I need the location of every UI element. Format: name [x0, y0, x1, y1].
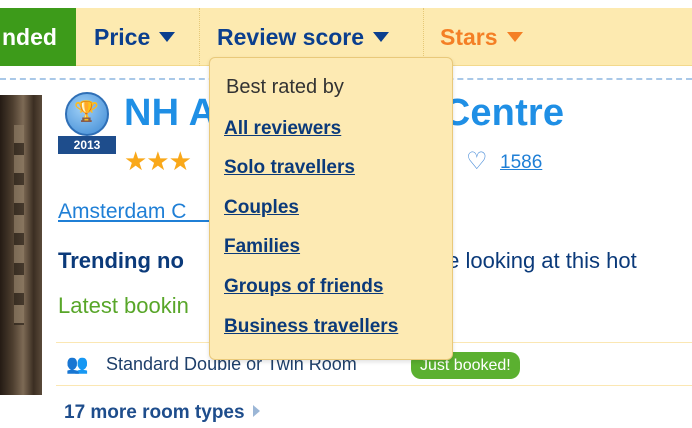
heart-icon[interactable]: ♡	[466, 148, 488, 176]
dropdown-item-families[interactable]: Families	[224, 236, 300, 258]
more-room-types-link[interactable]: 17 more room types	[64, 402, 260, 424]
caret-down-icon	[373, 31, 390, 42]
dropdown-item-business-travellers[interactable]: Business travellers	[224, 316, 398, 338]
sort-tab-price[interactable]: Price	[78, 8, 200, 66]
hotel-photo[interactable]	[0, 95, 42, 395]
dropdown-item-groups-of-friends[interactable]: Groups of friends	[224, 276, 383, 298]
sort-tab-stars-label: Stars	[440, 24, 498, 50]
caret-down-icon	[159, 31, 176, 42]
dropdown-title: Best rated by	[226, 76, 344, 98]
award-badge: 🏆 2013	[58, 92, 116, 162]
sort-tab-recommended-label: nded	[2, 24, 57, 50]
sort-tab-recommended[interactable]: nded	[0, 8, 76, 66]
trophy-icon: 🏆	[74, 101, 99, 123]
trending-label: Trending no	[58, 248, 184, 273]
award-year: 2013	[58, 136, 116, 154]
caret-down-icon	[506, 31, 523, 42]
dropdown-item-couples[interactable]: Couples	[224, 197, 299, 219]
dropdown-item-all-reviewers[interactable]: All reviewers	[224, 118, 341, 140]
people-icon: 👥	[66, 354, 89, 374]
sort-tab-review-label: Review score	[217, 24, 365, 50]
review-score-dropdown: Best rated by All reviewers Solo travell…	[209, 57, 453, 360]
sort-tab-price-label: Price	[94, 24, 151, 50]
latest-booking-text: Latest bookin	[58, 293, 189, 318]
favourites-count-link[interactable]: 1586	[500, 152, 542, 174]
dropdown-item-solo-travellers[interactable]: Solo travellers	[224, 157, 355, 179]
trending-text: ple looking at this hot	[430, 248, 637, 273]
chevron-right-icon	[252, 404, 260, 417]
more-room-types-label: 17 more room types	[64, 402, 245, 423]
star-rating: ★★★	[124, 146, 192, 176]
